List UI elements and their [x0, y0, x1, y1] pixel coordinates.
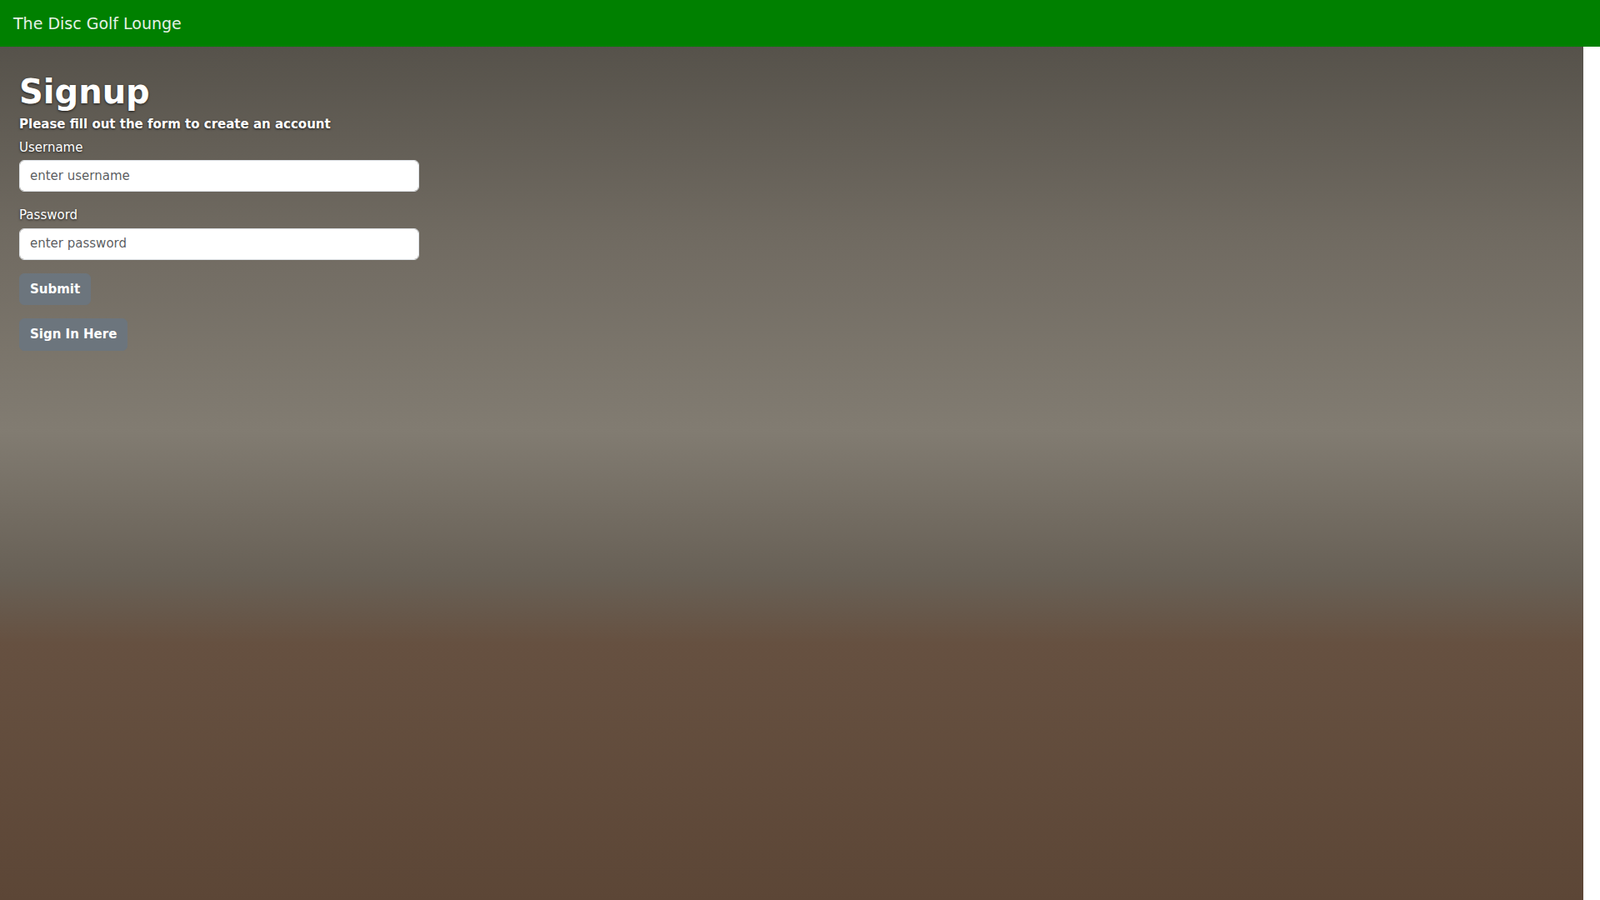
form-field: Password — [19, 205, 420, 260]
password-input[interactable] — [19, 228, 420, 260]
sign-in-button[interactable]: Sign In Here — [19, 318, 128, 351]
brand-link[interactable]: The Disc Golf Lounge — [13, 11, 182, 36]
form-subtitle: Please fill out the form to create an ac… — [19, 115, 420, 135]
field-label: Username — [19, 138, 83, 158]
field-label: Password — [19, 205, 78, 225]
background-photo: Signup Please fill out the form to creat… — [0, 46, 1584, 900]
username-input[interactable] — [19, 160, 420, 192]
form-title: Signup — [19, 71, 420, 112]
submit-button[interactable]: Submit — [19, 273, 91, 306]
top-navbar: The Disc Golf Lounge — [0, 0, 1600, 47]
signup-form: Signup Please fill out the form to creat… — [0, 46, 439, 376]
form-field: Username — [19, 137, 420, 193]
